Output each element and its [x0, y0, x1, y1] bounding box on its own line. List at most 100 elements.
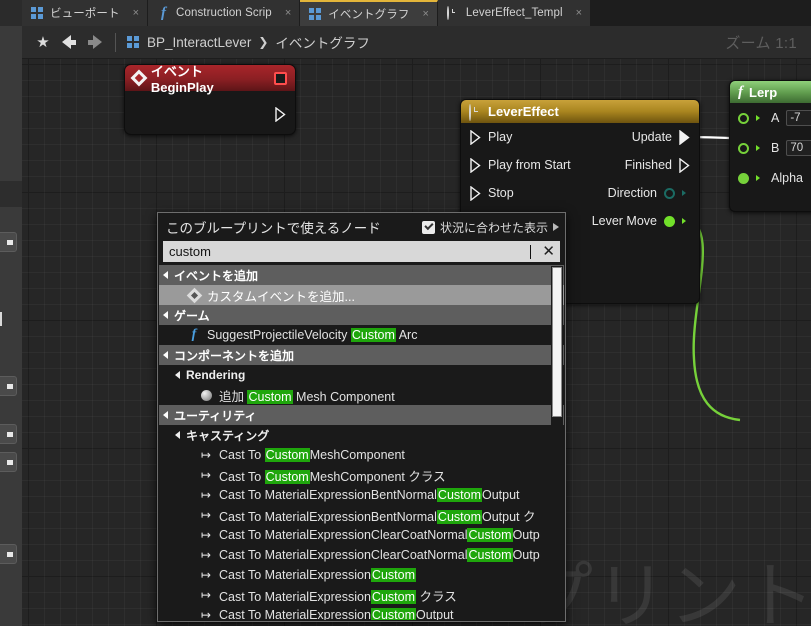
result-item[interactable]: ↦ Cast To MaterialExpressionBentNormalCus…	[159, 485, 564, 505]
result-category-label: ユーティリティ	[174, 408, 257, 423]
label-text: Cast To MaterialExpressionBentNormal	[219, 509, 437, 524]
breadcrumb-root[interactable]: BP_InteractLever	[147, 35, 251, 50]
result-item-label: Cast To MaterialExpressionCustomOutput	[219, 608, 454, 620]
node-title: LeverEffect	[488, 104, 559, 119]
float-pin-icon	[738, 172, 749, 184]
output-pin-finished[interactable]: Finished	[625, 158, 690, 173]
left-panel-item[interactable]	[0, 452, 17, 472]
label-text: Output ク	[482, 509, 536, 524]
blueprint-editor-window: ビューポート × f Construction Scrip × イベントグラフ …	[0, 0, 811, 626]
breadcrumb-leaf[interactable]: イベントグラフ	[275, 32, 370, 52]
left-panel-item[interactable]	[0, 232, 17, 252]
result-item[interactable]: ↦ Cast To MaterialExpressionCustomOutput	[159, 605, 564, 620]
left-panel-item[interactable]	[0, 424, 17, 444]
result-item[interactable]: ↦ Cast To CustomMeshComponent	[159, 445, 564, 465]
bookmark-star-icon[interactable]: ★	[30, 29, 56, 55]
collapse-triangle-icon[interactable]	[163, 311, 168, 319]
node-lerp[interactable]: f Lerp A -7 B 70 Alpha	[729, 80, 811, 212]
input-pin-play-from-start[interactable]: Play from Start	[470, 158, 571, 173]
value-field[interactable]: 70	[786, 140, 811, 156]
search-match-highlight: Custom	[467, 548, 513, 562]
left-panel-item[interactable]	[0, 376, 17, 396]
left-panel-item[interactable]	[0, 544, 17, 564]
red-square-icon[interactable]	[274, 71, 287, 85]
search-results-list[interactable]: イベントを追加 カスタムイベントを追加... ゲーム f SuggestProjecti…	[159, 265, 564, 620]
result-item-label: Cast To MaterialExpressionClearCoatNorma…	[219, 548, 540, 562]
node-event-beginplay[interactable]: イベント BeginPlay	[124, 64, 296, 135]
result-item[interactable]: 追加 Custom Mesh Component	[159, 385, 564, 405]
cast-icon: ↦	[200, 528, 212, 542]
label-text: Cast To MaterialExpressionBentNormal	[219, 488, 437, 502]
label-text: Outp	[512, 548, 540, 562]
context-sensitive-toggle[interactable]: 状況に合わせた表示	[421, 219, 559, 236]
search-row[interactable]: ✕	[163, 241, 560, 262]
results-scrollbar-thumb[interactable]	[552, 267, 562, 417]
label-text: Output	[482, 488, 520, 502]
result-item[interactable]: ↦ Cast To MaterialExpressionCustom	[159, 565, 564, 585]
result-category[interactable]: ユーティリティ	[159, 405, 564, 425]
back-arrow-icon[interactable]	[56, 29, 82, 55]
grid-icon	[309, 7, 322, 21]
forward-arrow-icon[interactable]	[82, 29, 108, 55]
result-item[interactable]: ↦ Cast To MaterialExpressionBentNormalCus…	[159, 505, 564, 525]
result-item-label: 追加 Custom Mesh Component	[219, 386, 395, 405]
close-icon[interactable]: ×	[576, 7, 582, 19]
checkbox-checked-icon[interactable]	[421, 220, 435, 234]
context-sensitive-label: 状況に合わせた表示	[439, 220, 548, 235]
search-match-highlight: Custom	[467, 528, 513, 542]
lerp-input-b[interactable]: B 70	[730, 133, 811, 163]
result-category[interactable]: Rendering	[159, 365, 564, 385]
result-item[interactable]: ↦ Cast To CustomMeshComponent クラス	[159, 465, 564, 485]
clear-search-icon[interactable]: ✕	[537, 244, 560, 259]
collapse-triangle-icon[interactable]	[163, 411, 168, 419]
pin-label: Play	[488, 130, 513, 144]
collapse-triangle-icon[interactable]	[175, 431, 180, 439]
output-pin-lever-move[interactable]: Lever Move	[592, 214, 690, 228]
sphere-icon	[199, 389, 213, 401]
float-pin-icon	[738, 142, 749, 154]
lerp-input-a[interactable]: A -7	[730, 103, 811, 133]
output-pin-update[interactable]: Update	[632, 130, 690, 145]
input-pin-stop[interactable]: Stop	[470, 186, 514, 201]
enum-pin-icon	[664, 187, 675, 199]
value-field[interactable]: -7	[786, 110, 811, 126]
result-item-label: Cast To CustomMeshComponent クラス	[219, 466, 446, 485]
node-search-popup[interactable]: このブループリントで使えるノード 状況に合わせた表示 ✕ イベントを追加カスタム…	[157, 212, 566, 622]
pin-nub-icon	[756, 115, 764, 121]
left-panel-divider	[0, 181, 22, 207]
result-item[interactable]: ↦ Cast To MaterialExpressionCustom クラス	[159, 585, 564, 605]
result-item[interactable]: カスタムイベントを追加...	[159, 285, 564, 305]
result-category[interactable]: コンポーネントを追加	[159, 345, 564, 365]
result-category[interactable]: キャスティング	[159, 425, 564, 445]
collapse-triangle-icon[interactable]	[163, 271, 168, 279]
output-pin-direction[interactable]: Direction	[608, 186, 690, 200]
collapse-triangle-icon[interactable]	[163, 351, 168, 359]
result-category[interactable]: ゲーム	[159, 305, 564, 325]
pin-row: Play from Start Finished	[461, 151, 699, 179]
close-icon[interactable]: ×	[285, 7, 291, 19]
event-graph-canvas[interactable]: プリント nd イベント BeginPlay	[22, 59, 811, 626]
tab-levereffect-template[interactable]: LeverEffect_Templ ×	[437, 0, 592, 26]
result-category-label: ゲーム	[174, 308, 210, 323]
node-title: Lerp	[749, 84, 778, 100]
search-input[interactable]	[163, 241, 535, 262]
collapse-triangle-icon[interactable]	[175, 371, 180, 379]
lerp-input-alpha[interactable]: Alpha	[730, 163, 811, 193]
result-item[interactable]: ↦ Cast To MaterialExpressionClearCoatNorm…	[159, 545, 564, 565]
close-icon[interactable]: ×	[422, 8, 428, 20]
exec-output-pin[interactable]	[275, 107, 286, 126]
result-item[interactable]: ↦ Cast To MaterialExpressionClearCoatNorm…	[159, 525, 564, 545]
close-icon[interactable]: ×	[133, 7, 139, 19]
tab-construction-script[interactable]: f Construction Scrip ×	[148, 0, 301, 26]
result-category[interactable]: イベントを追加	[159, 265, 564, 285]
search-match-highlight: Custom	[370, 589, 416, 604]
breadcrumb-separator-icon: ❯	[258, 35, 269, 49]
tab-viewport[interactable]: ビューポート ×	[22, 0, 149, 26]
result-item-label: Cast To MaterialExpressionBentNormalCust…	[219, 488, 520, 502]
event-diamond-icon	[186, 287, 202, 303]
expand-arrow-icon[interactable]	[553, 223, 559, 231]
graph-toolbar: ★ BP_InteractLever ❯ イベントグラフ ズーム 1:1	[22, 26, 811, 59]
tab-event-graph[interactable]: イベントグラフ ×	[300, 0, 438, 26]
result-item[interactable]: f SuggestProjectileVelocity Custom Arc	[159, 325, 564, 345]
input-pin-play[interactable]: Play	[470, 130, 513, 145]
